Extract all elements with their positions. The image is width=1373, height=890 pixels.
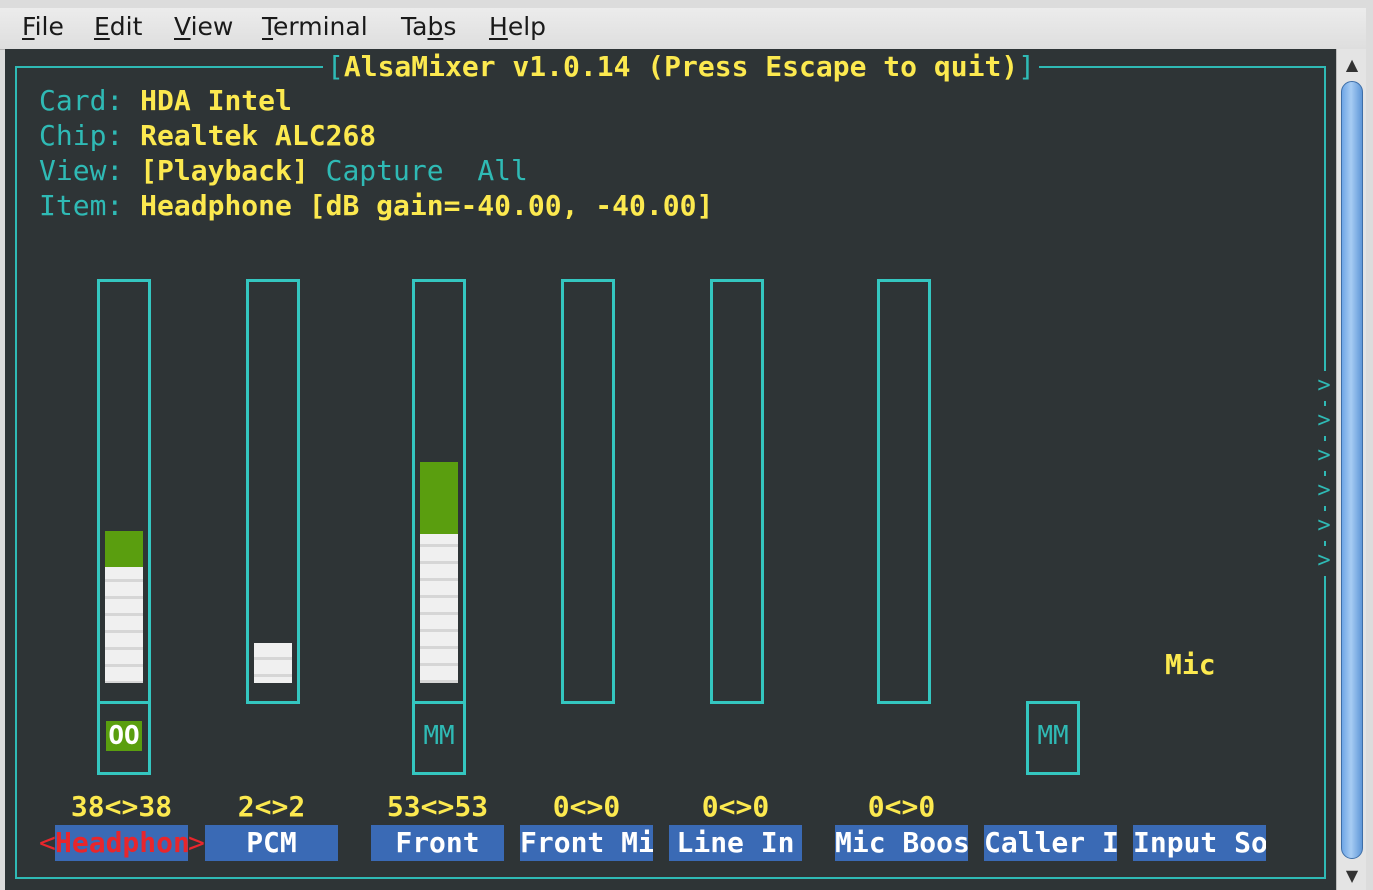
mute-toggle[interactable]: OO [97,701,151,775]
scroll-down-icon[interactable]: ▼ [1337,862,1367,890]
more-channels-arrow-icon: > [1315,546,1333,576]
menu-mnemonic: b [427,12,444,41]
channel-name[interactable]: Front Mi [520,825,653,861]
title-bracket: ] [1018,50,1036,83]
channel-name[interactable]: Mic Boos [835,825,968,861]
more-channels-arrow-icon: > [1315,441,1333,471]
mute-state: MM [423,721,455,751]
more-channels-arrow-icon: > [1315,511,1333,541]
view-all[interactable]: All [477,154,528,187]
terminal-screen[interactable]: [AlsaMixer v1.0.14 (Press Escape to quit… [5,49,1336,890]
menu-mnemonic: F [22,12,35,41]
capture-source-label: Mic [1165,648,1216,681]
volume-value: 0<>0 [867,790,936,823]
menu-view[interactable]: View [174,12,233,42]
channel-name[interactable]: Front [371,825,504,861]
selection-marker-right: > [188,826,205,859]
menu-file[interactable]: File [22,12,64,42]
selection-marker-left: < [39,826,56,859]
chip-row: Chip: Realtek ALC268 [39,119,376,153]
mixer-title: [AlsaMixer v1.0.14 (Press Escape to quit… [323,49,1040,85]
menu-terminal[interactable]: Terminal [262,12,368,42]
more-channels-arrow-icon: > [1315,476,1333,506]
view-label: View: [39,154,124,187]
menu-mnemonic: V [174,12,191,41]
volume-slider[interactable] [877,279,931,704]
menu-label: ile [34,12,64,41]
card-value: HDA Intel [140,84,292,117]
volume-value: 38<>38 [70,790,173,823]
item-row: Item: Headphone [dB gain=-40.00, -40.00] [39,189,713,223]
volume-value: 0<>0 [552,790,621,823]
item-value: Headphone [dB gain=-40.00, -40.00] [140,189,714,222]
menu-mnemonic: T [262,12,274,41]
mute-toggle[interactable]: MM [412,701,466,775]
volume-slider[interactable] [710,279,764,704]
item-label: Item: [39,189,124,222]
menu-label: elp [507,12,547,41]
more-channels-arrow-icon: > [1315,406,1333,436]
volume-value: 53<>53 [386,790,489,823]
view-capture[interactable]: Capture [326,154,444,187]
mute-toggle[interactable]: MM [1026,701,1080,775]
menu-help[interactable]: Help [489,12,546,42]
channel-name[interactable]: Headphon [55,825,188,861]
more-channels-arrow-icon: > [1315,371,1333,401]
channel-name[interactable]: PCM [205,825,338,861]
chip-value: Realtek ALC268 [140,119,377,152]
volume-level-bar [105,531,143,683]
channel-name[interactable]: Input So [1133,825,1266,861]
view-row: View: [Playback] Capture All [39,154,528,188]
volume-value: 0<>0 [701,790,770,823]
volume-slider[interactable] [97,279,151,704]
menu-label: Ta [401,12,428,41]
volume-level-peak [420,462,458,534]
view-playback[interactable]: [Playback] [140,154,309,187]
menu-mnemonic: H [489,12,508,41]
card-row: Card: HDA Intel [39,84,292,118]
scroll-thumb[interactable] [1341,81,1363,859]
menu-label: iew [190,12,234,41]
volume-level-bar [420,462,458,683]
scroll-up-icon[interactable]: ▲ [1337,51,1367,79]
menu-edit[interactable]: Edit [94,12,142,42]
card-label: Card: [39,84,124,117]
menu-label: dit [109,12,143,41]
title-bracket: [ [327,50,344,83]
menu-mnemonic: E [94,12,110,41]
volume-slider[interactable] [412,279,466,704]
menu-tabs[interactable]: Tabs [401,12,456,42]
mute-state: MM [1037,721,1069,751]
volume-level-bar [254,643,292,683]
menu-label: erminal [273,12,368,41]
volume-value: 2<>2 [237,790,306,823]
mute-state: OO [106,721,142,751]
volume-level-peak [105,531,143,567]
channel-name[interactable]: Line In [669,825,802,861]
menu-label: s [443,12,457,41]
volume-slider[interactable] [561,279,615,704]
menu-bar: File Edit View Terminal Tabs Help [0,8,1366,50]
vertical-scrollbar[interactable]: ▲ ▼ [1336,49,1366,890]
channel-name[interactable]: Caller I [984,825,1117,861]
volume-slider[interactable] [246,279,300,704]
title-text: AlsaMixer v1.0.14 (Press Escape to quit) [343,50,1019,83]
chip-label: Chip: [39,119,124,152]
